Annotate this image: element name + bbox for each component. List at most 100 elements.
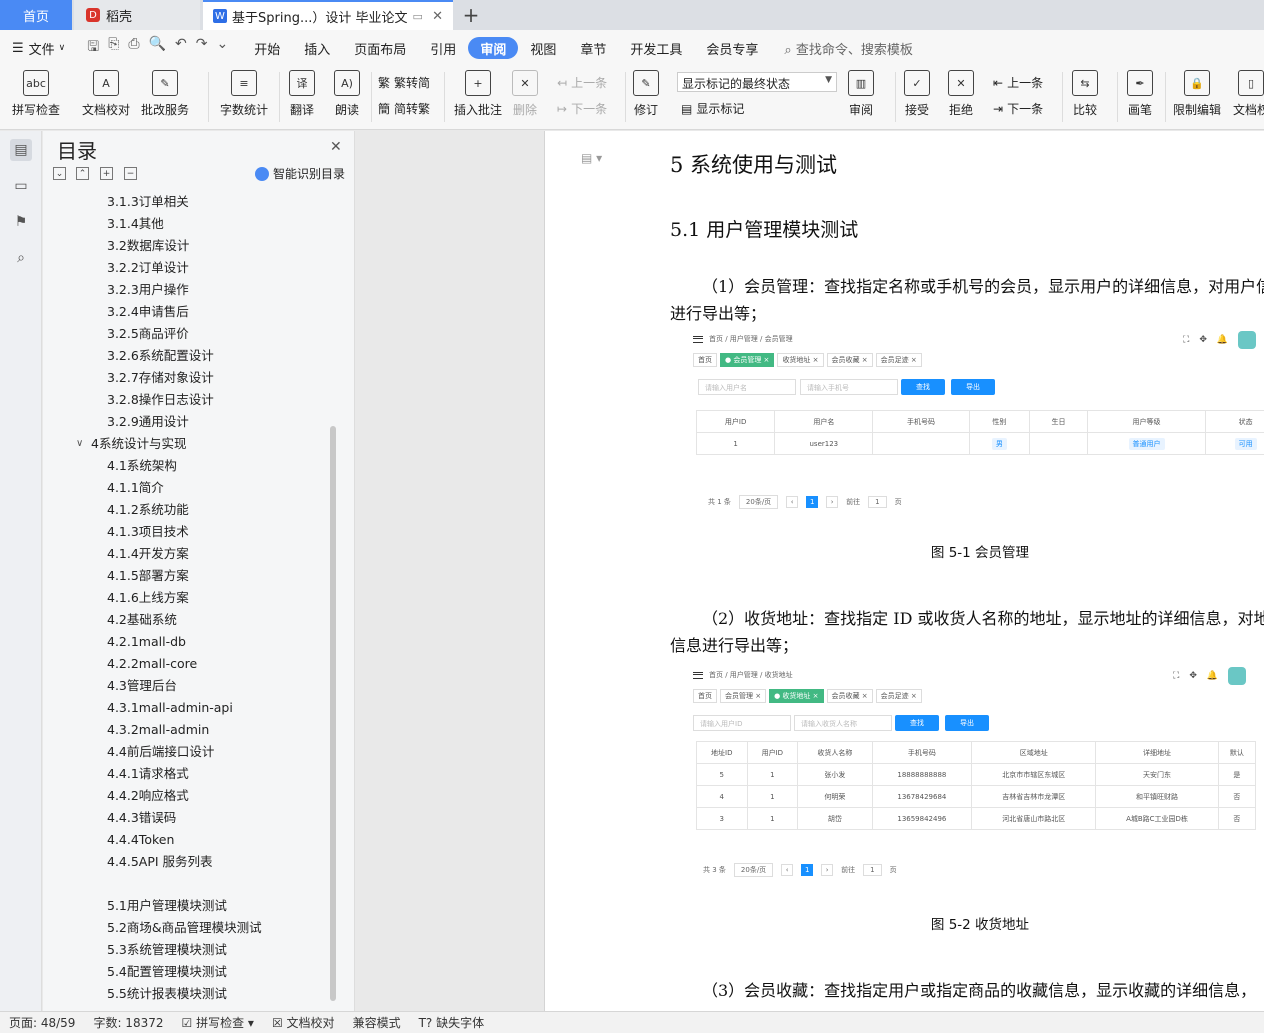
toc-item[interactable]: 4.2基础系统 <box>70 609 372 631</box>
toc-item[interactable]: 4.1.3项目技术 <box>70 521 372 543</box>
restrict-edit-button[interactable]: 🔒 限制编辑 <box>1173 70 1221 118</box>
collapse-all-icon[interactable]: ⌄ <box>53 167 66 180</box>
toc-item[interactable]: 4.3管理后台 <box>70 675 372 697</box>
redo-icon[interactable]: ↷ <box>196 36 208 60</box>
spell-check-status[interactable]: ☑ 拼写检查 ▾ <box>173 1014 263 1031</box>
toc-item[interactable]: 3.2.9通用设计 <box>70 411 372 433</box>
toc-scrollbar[interactable] <box>330 426 336 1001</box>
toc-item[interactable]: 4.2.1mall-db <box>70 631 372 653</box>
menu-start[interactable]: 开始 <box>242 37 292 59</box>
toc-item[interactable]: 4.3.1mall-admin-api <box>70 697 372 719</box>
smart-toc-button[interactable]: 智能识别目录 <box>255 165 345 182</box>
toc-item[interactable]: 5.2商场&商品管理模块测试 <box>70 917 372 939</box>
doc-proof-button[interactable]: A 文档校对 <box>82 70 130 118</box>
toc-item[interactable]: 5.4配置管理模块测试 <box>70 961 372 983</box>
toc-item[interactable]: 3.2.8操作日志设计 <box>70 389 372 411</box>
insert-comment-button[interactable]: + 插入批注 <box>454 70 502 118</box>
chapter-nav-icon[interactable]: ▭ <box>10 175 32 197</box>
compare-button[interactable]: ⇆ 比较 <box>1072 70 1098 118</box>
read-aloud-button[interactable]: A) 朗读 <box>334 70 360 118</box>
save-icon[interactable]: 🖫 <box>87 36 99 60</box>
new-tab-button[interactable]: + <box>456 0 486 30</box>
menu-member[interactable]: 会员专享 <box>694 37 770 59</box>
missing-font-status[interactable]: T? 缺失字体 <box>410 1014 494 1031</box>
toc-item[interactable]: 4.4.2响应格式 <box>70 785 372 807</box>
tab-home[interactable]: 首页 <box>0 0 72 30</box>
expand-level-icon[interactable]: ⌃ <box>76 167 89 180</box>
export-pdf-icon[interactable]: ⎘ <box>108 36 119 60</box>
traditional-to-simplified-button[interactable]: 繁繁转简 <box>378 74 430 91</box>
more-icon[interactable]: ⌄ <box>217 36 229 60</box>
toc-item[interactable]: 3.2.7存储对象设计 <box>70 367 372 389</box>
accept-button[interactable]: ✓ 接受 <box>904 70 930 118</box>
prev-change-button[interactable]: ⇤ 上一条 <box>993 74 1043 91</box>
prev-comment-button[interactable]: ↤ 上一条 <box>557 74 607 91</box>
doc-permission-button[interactable]: ▯ 文档权 <box>1233 70 1264 118</box>
delete-comment-button[interactable]: ✕ 删除 <box>512 70 538 118</box>
toc-item[interactable]: 4.1.4开发方案 <box>70 543 372 565</box>
simplified-to-traditional-button[interactable]: 簡简转繁 <box>378 100 430 117</box>
toc-item[interactable]: 4.1系统架构 <box>70 455 372 477</box>
print-icon[interactable]: ⎙ <box>128 36 139 60</box>
toc-item[interactable]: 3.2.2订单设计 <box>70 257 372 279</box>
search-icon[interactable]: ⌕ <box>10 247 32 269</box>
page-options-icon[interactable]: ▤ ▾ <box>581 151 602 165</box>
doc-proof-status[interactable]: ☒ 文档校对 <box>263 1014 344 1031</box>
toc-item[interactable]: 5.1用户管理模块测试 <box>70 895 372 917</box>
batch-service-button[interactable]: ✎ 批改服务 <box>141 70 189 118</box>
toc-item[interactable]: 5.5统计报表模块测试 <box>70 983 372 1005</box>
chevron-down-icon[interactable]: ∨ <box>76 433 83 455</box>
toc-item[interactable]: 4.4前后端接口设计 <box>70 741 372 763</box>
tab-close-icon[interactable]: ✕ <box>432 9 443 24</box>
toc-item[interactable]: 3.2.5商品评价 <box>70 323 372 345</box>
toc-item[interactable]: 4.4.5API 服务列表 <box>70 851 372 873</box>
toc-item[interactable]: 3.2数据库设计 <box>70 235 372 257</box>
review-pane-button[interactable]: ▥ 审阅 <box>848 70 874 118</box>
toc-item[interactable]: 4.1.2系统功能 <box>70 499 372 521</box>
add-item-icon[interactable]: + <box>100 167 113 180</box>
toc-item[interactable]: 4.2.2mall-core <box>70 653 372 675</box>
translate-button[interactable]: 译翻译 <box>289 70 315 118</box>
word-count-button[interactable]: ≡ 字数统计 <box>220 70 268 118</box>
tab-daoke[interactable]: D 稻壳 <box>74 0 200 30</box>
toc-item[interactable]: 4.1.1简介 <box>70 477 372 499</box>
toc-item[interactable]: 4.1.5部署方案 <box>70 565 372 587</box>
toc-panel-icon[interactable]: ▤ <box>10 139 32 161</box>
file-menu[interactable]: ☰ 文件 ∨ <box>0 37 77 59</box>
toc-item[interactable]: 4.4.4Token <box>70 829 372 851</box>
pen-button[interactable]: ✒ 画笔 <box>1127 70 1153 118</box>
revise-button[interactable]: ✎ 修订 <box>633 70 659 118</box>
menu-reference[interactable]: 引用 <box>418 37 468 59</box>
toc-item[interactable]: 3.2.6系统配置设计 <box>70 345 372 367</box>
print-preview-icon[interactable]: 🔍 <box>149 36 166 60</box>
toc-item[interactable]: 4.4.1请求格式 <box>70 763 372 785</box>
toc-item[interactable]: 3.1.4其他 <box>70 213 372 235</box>
toc-item[interactable]: 3.1.3订单相关 <box>70 191 372 213</box>
menu-section[interactable]: 章节 <box>568 37 618 59</box>
bookmark-icon[interactable]: ⚑ <box>10 211 32 233</box>
word-count-status[interactable]: 字数: 18372 <box>84 1014 172 1031</box>
close-icon[interactable]: ✕ <box>330 139 342 155</box>
toc-item[interactable]: 5.3系统管理模块测试 <box>70 939 372 961</box>
toc-item[interactable]: 3.2.3用户操作 <box>70 279 372 301</box>
remove-item-icon[interactable]: − <box>124 167 137 180</box>
next-change-button[interactable]: ⇥ 下一条 <box>993 100 1043 117</box>
toc-item[interactable]: ∨ 4系统设计与实现 <box>70 433 372 455</box>
menu-insert[interactable]: 插入 <box>292 37 342 59</box>
menu-layout[interactable]: 页面布局 <box>342 37 418 59</box>
reject-button[interactable]: ✕ 拒绝 <box>948 70 974 118</box>
toc-item[interactable]: 3.2.4申请售后 <box>70 301 372 323</box>
menu-devtools[interactable]: 开发工具 <box>618 37 694 59</box>
menu-review[interactable]: 审阅 <box>468 37 519 59</box>
show-markup-button[interactable]: ▤ 显示标记 <box>681 100 744 117</box>
markup-state-select[interactable]: 显示标记的最终状态 ▼ <box>677 72 837 92</box>
page-indicator[interactable]: 页面: 48/59 <box>0 1014 84 1031</box>
tab-document[interactable]: W 基于Spring...）设计 毕业论文 ▭ ✕ <box>203 0 453 30</box>
tab-pin-icon[interactable]: ▭ <box>412 10 422 23</box>
menu-view[interactable]: 视图 <box>518 37 568 59</box>
toc-item[interactable]: 4.3.2mall-admin <box>70 719 372 741</box>
undo-icon[interactable]: ↶ <box>175 36 187 60</box>
toc-item[interactable]: 4.1.6上线方案 <box>70 587 372 609</box>
toc-item[interactable]: 4.4.3错误码 <box>70 807 372 829</box>
command-search[interactable]: ⌕ 查找命令、搜索模板 <box>784 39 912 58</box>
